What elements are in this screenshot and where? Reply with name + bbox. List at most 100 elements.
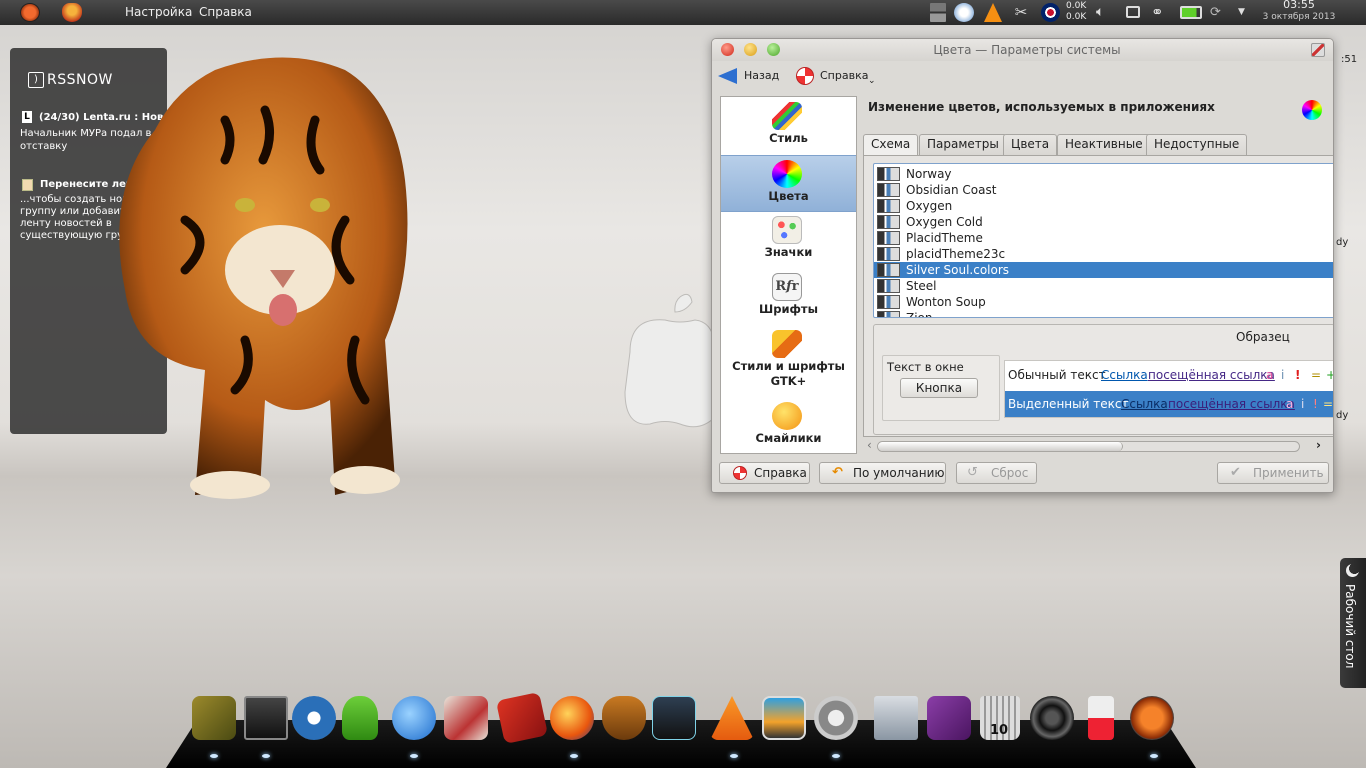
sidebar-item-icons[interactable]: Значки [721, 212, 856, 269]
power-icon[interactable] [1130, 696, 1174, 740]
files-icon[interactable] [874, 696, 918, 740]
list-item[interactable]: Zion [874, 310, 1333, 317]
updates-icon[interactable]: ⟳ [1210, 3, 1226, 22]
keyboard-layout-flag-icon[interactable] [1041, 3, 1060, 22]
list-item[interactable]: Steel [874, 278, 1333, 294]
kde-launcher-icon[interactable] [20, 3, 40, 22]
font-icon: Rfr [772, 273, 802, 301]
vlc-icon[interactable] [710, 696, 754, 740]
tab-colors[interactable]: Цвета [1003, 134, 1058, 155]
list-item[interactable]: Wonton Soup [874, 294, 1333, 310]
sidebar-item-style[interactable]: Стиль [721, 98, 856, 155]
scroll-right-icon[interactable]: › [1316, 438, 1321, 452]
list-item-selected[interactable]: Silver Soul.colors [874, 262, 1333, 278]
back-button[interactable]: Назад [718, 67, 788, 85]
apply-button[interactable]: ✔ Применить [1217, 462, 1329, 484]
horizontal-scrollbar[interactable]: ‹ › [863, 438, 1329, 454]
window-title: Цвета — Параметры системы [933, 43, 1121, 57]
trash-icon[interactable]: 10 [980, 696, 1020, 740]
system-settings-window: Цвета — Параметры системы Назад Справка … [711, 38, 1334, 493]
running-indicator [1150, 754, 1158, 758]
tab-panel: Norway Obsidian Coast Oxygen Oxygen Cold… [863, 155, 1333, 437]
scheme-preview-icon [877, 215, 900, 229]
tab-inactive[interactable]: Неактивные [1057, 134, 1151, 155]
edge-clock-fragment: :51 [1341, 54, 1358, 65]
chevron-down-icon[interactable]: ▼ [1238, 3, 1250, 22]
network-link-icon[interactable]: ⚭ [1151, 3, 1171, 22]
scissors-icon[interactable]: ✂ [1012, 3, 1030, 22]
mail-icon[interactable] [652, 696, 696, 740]
minimize-button[interactable] [744, 43, 757, 56]
preview-link[interactable]: Ссылка [1101, 361, 1148, 389]
firefox-icon[interactable] [550, 696, 594, 740]
help-button[interactable]: Справка [719, 462, 810, 484]
speaker-icon[interactable] [1030, 696, 1074, 740]
toolbar-help-button[interactable]: Справка ⌄ [796, 67, 881, 86]
moon-icon [1346, 564, 1359, 577]
android-icon[interactable] [342, 696, 378, 740]
rss-logo-icon: ) [28, 72, 44, 88]
games-icon[interactable] [444, 696, 488, 740]
steam-icon[interactable] [292, 696, 336, 740]
defaults-button[interactable]: ↶ По умолчанию [819, 462, 946, 484]
list-item[interactable]: Oxygen Cold [874, 214, 1333, 230]
scrollbar-track[interactable] [877, 441, 1300, 452]
preview-button[interactable]: Кнопка [900, 378, 978, 398]
scheme-preview-icon [877, 247, 900, 261]
running-indicator [262, 754, 270, 758]
scheme-list[interactable]: Norway Obsidian Coast Oxygen Oxygen Cold… [873, 163, 1333, 318]
scheme-preview-icon [877, 263, 900, 277]
chevron-down-icon: ⌄ [868, 76, 876, 86]
photos-icon[interactable] [762, 696, 806, 740]
list-item[interactable]: PlacidTheme [874, 230, 1333, 246]
settings-icon[interactable] [814, 696, 858, 740]
icons-palette-icon [772, 216, 802, 244]
tab-disabled[interactable]: Недоступные [1146, 134, 1248, 155]
menu-help[interactable]: Справка [199, 0, 252, 25]
list-item[interactable]: placidTheme23c [874, 246, 1333, 262]
edge-text-fragment: dy [1336, 237, 1349, 248]
sidebar-item-gtk[interactable]: Стили и шрифты GTK+ [721, 326, 856, 398]
hat-icon[interactable] [602, 696, 646, 740]
workspace-switcher-icon[interactable] [930, 3, 946, 22]
list-item[interactable]: Norway [874, 166, 1333, 182]
titlebar[interactable]: Цвета — Параметры системы [712, 39, 1333, 61]
arrow-left-icon [718, 68, 737, 84]
sidebar-item-fonts[interactable]: Rfr Шрифты [721, 269, 856, 326]
sidebar-item-emoticons[interactable]: Смайлики [721, 398, 856, 455]
menu-settings[interactable]: Настройка [125, 0, 192, 25]
tab-scheme[interactable]: Схема [863, 134, 919, 156]
scheme-preview-icon [877, 183, 900, 197]
volume-icon[interactable]: 🔈︎ [1096, 3, 1112, 22]
rss-item-icon: L [22, 111, 32, 123]
close-button[interactable] [721, 43, 734, 56]
notifications-icon[interactable] [954, 3, 974, 22]
battery-icon[interactable] [1088, 696, 1114, 740]
list-item[interactable]: Oxygen [874, 198, 1333, 214]
tab-options[interactable]: Параметры [919, 134, 1007, 155]
book-icon[interactable] [495, 691, 549, 745]
page-header: Изменение цветов, используемых в приложе… [868, 100, 1215, 114]
scroll-left-icon[interactable]: ‹ [867, 438, 872, 452]
category-sidebar: Стиль Цвета Значки Rfr Шрифты Стили и шр… [720, 96, 857, 454]
app-menu-icon[interactable] [62, 3, 82, 22]
reset-button[interactable]: ↺ Сброс [956, 462, 1037, 484]
lifebuoy-icon [796, 67, 814, 85]
desktop-side-panel[interactable]: Рабочий стол [1340, 558, 1366, 688]
terminal-icon[interactable] [244, 696, 288, 740]
battery-icon[interactable] [1180, 6, 1202, 19]
maximize-button[interactable] [767, 43, 780, 56]
window-icon[interactable] [1126, 6, 1140, 18]
minecraft-icon[interactable] [192, 696, 236, 740]
scrollbar-thumb[interactable] [878, 442, 1123, 451]
folder-icon[interactable] [927, 696, 971, 740]
preview-title: Образец [1236, 330, 1290, 344]
thunderbird-icon[interactable] [392, 696, 436, 740]
list-item[interactable]: Obsidian Coast [874, 182, 1333, 198]
sidebar-item-colors[interactable]: Цвета [721, 155, 856, 212]
pin-icon[interactable] [1311, 43, 1325, 57]
preview-window-box: Текст в окне Кнопка [882, 355, 1000, 421]
vlc-tray-icon[interactable] [984, 3, 1002, 22]
preview-visited-link[interactable]: посещённая ссылка [1148, 361, 1275, 389]
clock[interactable]: 03:55 3 октября 2013 [1262, 0, 1336, 24]
